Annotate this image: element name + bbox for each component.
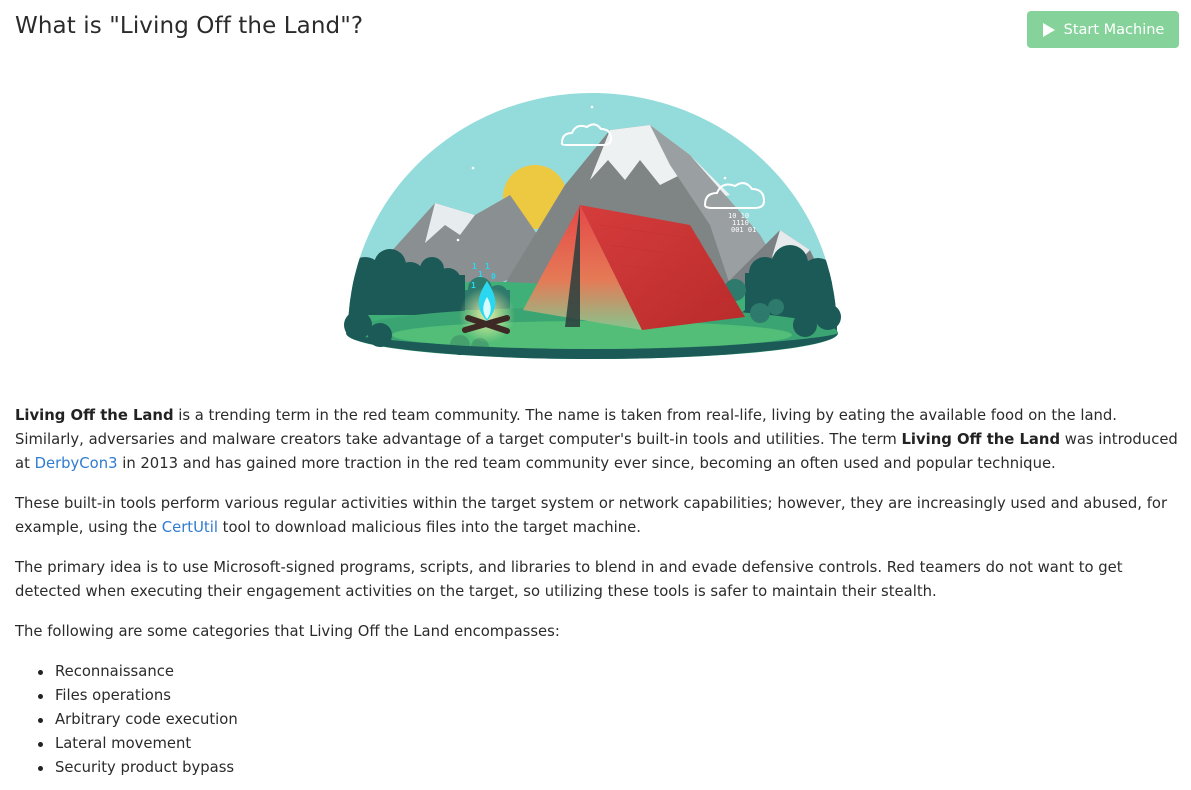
- list-item: Lateral movement: [38, 732, 1180, 756]
- list-item: Files operations: [38, 684, 1180, 708]
- categories-intro: The following are some categories that L…: [15, 623, 560, 640]
- tools-paragraph: These built-in tools perform various reg…: [15, 495, 1168, 536]
- certutil-link[interactable]: CertUtil: [162, 519, 218, 536]
- term-bold: Living Off the Land: [15, 407, 174, 424]
- derbycon3-link[interactable]: DerbyCon3: [35, 455, 118, 472]
- page-title: What is "Living Off the Land"?: [15, 13, 364, 39]
- list-item: Security product bypass: [38, 756, 1180, 780]
- svg-text:001 01: 001 01: [731, 226, 756, 234]
- start-machine-button[interactable]: Start Machine: [1027, 11, 1179, 48]
- svg-text:1: 1: [485, 262, 490, 271]
- idea-paragraph: The primary idea is to use Microsoft-sig…: [15, 559, 1123, 600]
- svg-text:1: 1: [478, 270, 483, 279]
- list-item: Arbitrary code execution: [38, 708, 1180, 732]
- categories-list: Reconnaissance Files operations Arbitrar…: [15, 660, 1180, 780]
- start-machine-label: Start Machine: [1063, 21, 1165, 38]
- list-item: Reconnaissance: [38, 660, 1180, 684]
- svg-text:1: 1: [471, 281, 476, 290]
- svg-text:0: 0: [491, 272, 496, 281]
- svg-text:1: 1: [472, 262, 477, 271]
- article-body: Living Off the Land is a trending term i…: [15, 404, 1180, 780]
- play-icon: [1042, 22, 1056, 38]
- hero-illustration: 10 10 1110 001 01 1 1 1 0 1: [340, 85, 845, 365]
- term-bold: Living Off the Land: [901, 431, 1061, 448]
- intro-paragraph: Living Off the Land is a trending term i…: [15, 407, 1178, 472]
